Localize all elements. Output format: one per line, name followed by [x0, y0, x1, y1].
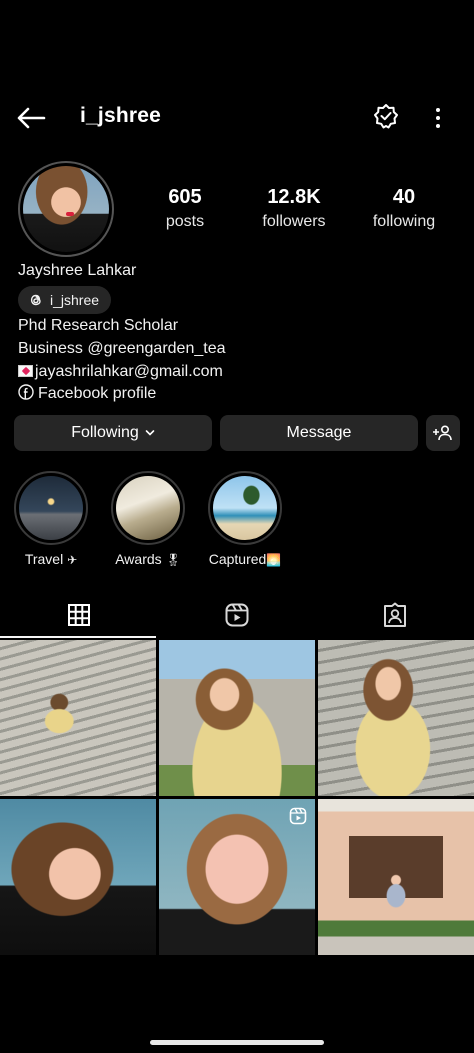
posts-count-label: posts: [165, 213, 205, 230]
airplane-icon: ✈: [67, 553, 78, 567]
highlight-awards[interactable]: Awards 🎖: [111, 471, 185, 567]
bio-email[interactable]: jayashrilahkar@gmail.com: [18, 363, 223, 381]
home-indicator: [150, 1040, 324, 1045]
highlight-captured[interactable]: Captured🌅: [208, 471, 282, 567]
highlight-captured-cover: [208, 471, 282, 545]
highlight-travel[interactable]: Travel ✈: [14, 471, 88, 567]
sunrise-icon: 🌅: [266, 553, 282, 567]
following-count-value: 40: [392, 186, 416, 208]
bio-line-business: Business @greengarden_tea: [18, 340, 226, 358]
following-count-label: following: [372, 213, 436, 230]
highlight-captured-label: Captured: [208, 551, 267, 567]
grid-icon: [68, 604, 90, 626]
threads-badge[interactable]: i_jshree: [18, 286, 112, 314]
profile-avatar[interactable]: [18, 161, 114, 257]
love-letter-icon: [18, 365, 33, 377]
post-thumbnail[interactable]: [159, 799, 315, 955]
following-count[interactable]: 40 following: [366, 186, 442, 231]
back-arrow-icon[interactable]: [14, 104, 48, 132]
bio-business-text: Business @greengarden_tea: [18, 340, 226, 357]
facebook-profile-link[interactable]: Facebook profile: [18, 384, 156, 403]
posts-count[interactable]: 605 posts: [156, 186, 214, 231]
post-thumbnail[interactable]: [159, 640, 315, 796]
reel-badge-icon: [289, 807, 307, 825]
post-thumbnail[interactable]: [0, 640, 156, 796]
email-text: jayashrilahkar@gmail.com: [35, 363, 223, 380]
more-options-icon[interactable]: [428, 104, 448, 132]
notification-bell-icon[interactable]: [372, 102, 400, 132]
bio-line-occupation: Phd Research Scholar: [18, 317, 179, 334]
threads-handle: i_jshree: [50, 292, 100, 308]
highlight-travel-label: Travel: [24, 551, 64, 567]
post-thumbnail[interactable]: [318, 640, 474, 796]
suggested-people-button[interactable]: [426, 415, 460, 451]
highlight-travel-cover: [14, 471, 88, 545]
following-button[interactable]: Following: [14, 415, 212, 451]
posts-count-value: 605: [168, 186, 202, 208]
threads-icon: [30, 294, 41, 306]
followers-count-value: 12.8K: [267, 186, 321, 208]
highlight-awards-cover: [111, 471, 185, 545]
followers-count[interactable]: 12.8K followers: [254, 186, 334, 231]
facebook-link-text: Facebook profile: [38, 385, 157, 402]
message-button-label: Message: [286, 424, 352, 441]
top-bar: i_jshree: [0, 96, 474, 140]
profile-display-name: Jayshree Lahkar: [18, 262, 137, 279]
chevron-down-icon: [145, 430, 155, 436]
tagged-icon: [384, 602, 406, 627]
medal-icon: 🎖: [165, 553, 181, 567]
tab-reels[interactable]: [158, 592, 316, 638]
tab-tagged[interactable]: [316, 592, 474, 638]
add-person-icon: [433, 425, 452, 441]
profile-tabs: [0, 592, 474, 638]
tab-posts-grid[interactable]: [0, 592, 158, 638]
following-button-label: Following: [71, 424, 139, 441]
highlight-awards-label: Awards: [115, 551, 162, 567]
reels-icon: [225, 603, 249, 627]
post-thumbnail[interactable]: [318, 799, 474, 955]
active-tab-indicator: [0, 636, 156, 638]
facebook-icon: [18, 384, 34, 400]
followers-count-label: followers: [262, 213, 326, 230]
profile-username: i_jshree: [80, 104, 161, 127]
message-button[interactable]: Message: [220, 415, 418, 451]
post-thumbnail[interactable]: [0, 799, 156, 955]
avatar-image: [23, 166, 109, 252]
